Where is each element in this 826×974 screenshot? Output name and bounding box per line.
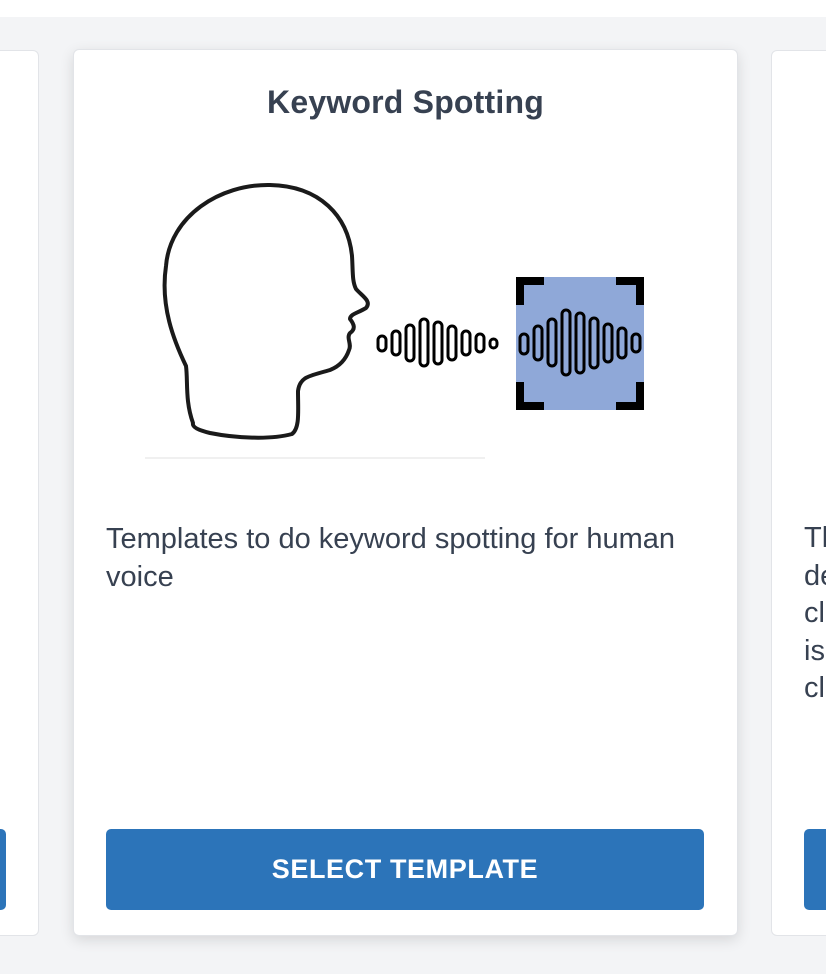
- template-card-next: [771, 50, 826, 936]
- select-template-button-previous[interactable]: [0, 829, 6, 910]
- template-card-previous: [0, 50, 39, 936]
- description-line: cl: [804, 672, 825, 704]
- head-speaking-waveform-icon: [145, 182, 644, 459]
- template-card-title: Keyword Spotting: [267, 84, 544, 120]
- select-template-button[interactable]: SELECT TEMPLATE: [106, 829, 704, 910]
- template-card-next-description: Th de cl is cl: [804, 520, 826, 708]
- description-line: de: [804, 559, 826, 592]
- description-line: cl: [804, 597, 825, 629]
- template-card-description: Templates to do keyword spotting for hum…: [106, 523, 676, 593]
- select-template-button-next[interactable]: [804, 829, 826, 910]
- description-line: is: [804, 634, 825, 667]
- description-line: Th: [804, 522, 826, 554]
